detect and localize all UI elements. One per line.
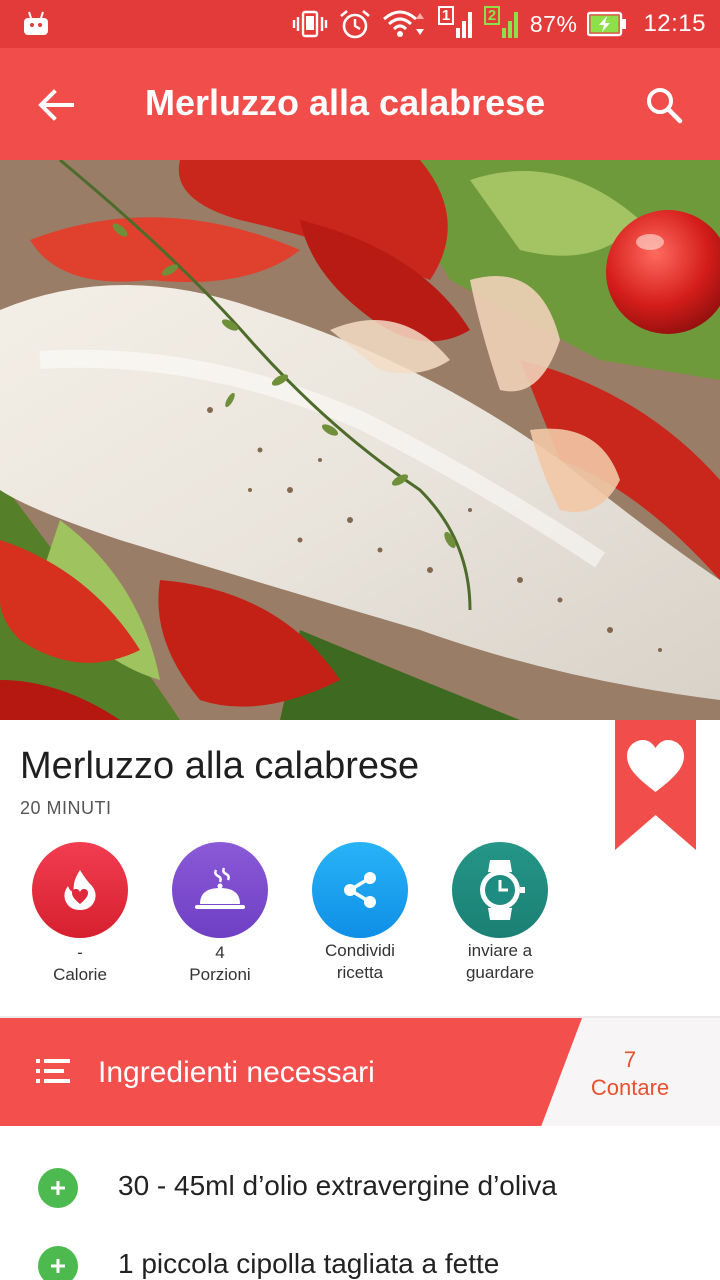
servings-value: 4: [215, 943, 225, 962]
share-label-line2: ricetta: [336, 963, 384, 982]
battery-percent: 87%: [529, 10, 578, 37]
signal-sim1-icon: 1: [437, 4, 474, 44]
ingredient-item[interactable]: 30 - 45ml d’olio extravergine d’oliva: [0, 1148, 720, 1226]
ingredients-count-value: 7: [623, 1047, 637, 1072]
share-label-line1: Condividi: [325, 941, 395, 960]
share-recipe-action[interactable]: Condividi ricetta: [290, 842, 430, 984]
ingredient-item[interactable]: 1 piccola cipolla tagliata a fette: [0, 1226, 720, 1280]
servings-action[interactable]: 4 Porzioni: [150, 842, 290, 986]
app-bar: Merluzzo alla calabrese: [0, 48, 720, 160]
list-icon: [36, 1059, 70, 1083]
signal-sim2-icon: 2: [483, 4, 520, 44]
android-icon: [24, 11, 48, 35]
app-bar-title: Merluzzo alla calabrese: [145, 82, 546, 123]
wifi-icon: [382, 10, 424, 37]
back-button[interactable]: [30, 80, 82, 130]
calories-value: -: [77, 943, 83, 962]
ingredients-count-label: Contare: [590, 1075, 670, 1100]
calories-label: Calorie: [53, 965, 107, 984]
watch-icon: [480, 860, 525, 920]
watch-circle: [452, 842, 548, 938]
plus-icon: [51, 1181, 65, 1195]
watch-label-line1: inviare a: [467, 941, 533, 960]
favorite-bookmark-button[interactable]: [615, 720, 696, 850]
arrow-back-icon: [38, 89, 74, 121]
calories-circle: [32, 842, 128, 938]
alarm-icon: [340, 10, 370, 39]
add-ingredient-button[interactable]: [38, 1246, 78, 1280]
battery-charging-icon: [587, 11, 627, 37]
share-icon: [344, 872, 376, 908]
serving-cloche-icon: [195, 867, 245, 909]
clock-time: 12:15: [643, 10, 706, 37]
ingredients-count: 7 Contare: [580, 1046, 680, 1102]
send-to-watch-action[interactable]: inviare a guardare: [430, 842, 570, 984]
recipe-title: Merluzzo alla calabrese: [20, 745, 420, 787]
ingredients-title: Ingredienti necessari: [98, 1056, 375, 1089]
recipe-hero-image: [0, 160, 720, 720]
search-icon: [647, 88, 683, 124]
flame-heart-icon: [64, 870, 96, 910]
calories-action[interactable]: - Calorie: [10, 842, 150, 986]
search-button[interactable]: [638, 80, 690, 130]
food-photo: [0, 160, 720, 720]
status-bar: 1 2 87% 12:15: [0, 0, 720, 48]
share-circle: [312, 842, 408, 938]
ingredients-header: Ingredienti necessari 7 Contare: [0, 1018, 720, 1126]
ingredient-text: 1 piccola cipolla tagliata a fette: [118, 1248, 500, 1279]
ingredient-text: 30 - 45ml d’olio extravergine d’oliva: [118, 1170, 557, 1201]
watch-label-line2: guardare: [465, 963, 535, 982]
servings-circle: [172, 842, 268, 938]
vibrate-icon: [292, 10, 328, 38]
servings-label: Porzioni: [189, 965, 251, 984]
plus-icon: [51, 1259, 65, 1273]
recipe-actions: - Calorie 4 Porzioni Condividi ricetta i…: [0, 842, 720, 1002]
recipe-duration: 20 MINUTI: [20, 798, 112, 818]
add-ingredient-button[interactable]: [38, 1168, 78, 1208]
